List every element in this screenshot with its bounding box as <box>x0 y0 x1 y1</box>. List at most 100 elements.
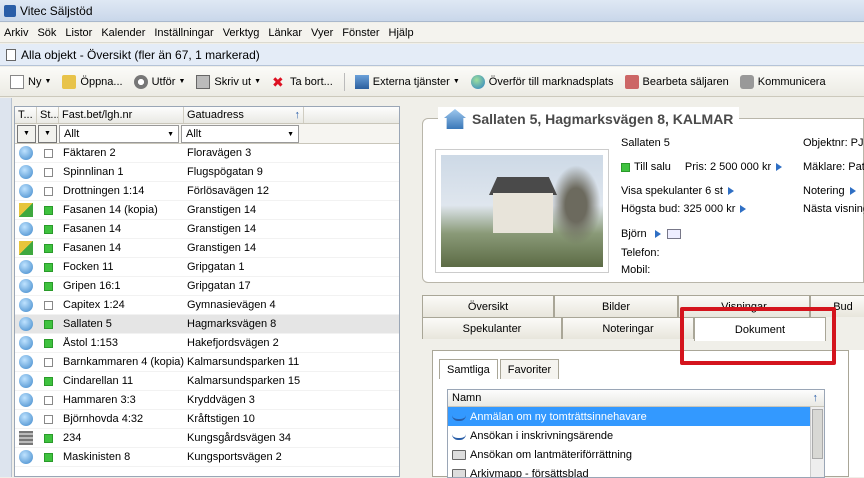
filter-type-button[interactable]: ▼ <box>17 125 36 143</box>
scroll-thumb[interactable] <box>812 409 823 459</box>
external-services-button[interactable]: Externa tjänster▼ <box>355 75 460 89</box>
status-cell <box>37 168 59 177</box>
contact-arrow-icon[interactable] <box>655 230 661 238</box>
table-row[interactable]: 234Kungsgårdsvägen 34 <box>15 429 399 448</box>
price-arrow-icon[interactable] <box>776 163 782 171</box>
col-property-header[interactable]: Fast.bet/lgh.nr <box>59 107 184 123</box>
type-cell <box>15 146 37 160</box>
status-checkbox[interactable] <box>44 168 53 177</box>
sort-arrow-icon: ↑ <box>813 392 819 404</box>
dropdown-arrow-icon: ▼ <box>453 78 460 85</box>
table-row[interactable]: Gripen 16:1Gripgatan 17 <box>15 277 399 296</box>
col-type-header[interactable]: T... <box>15 107 37 123</box>
table-row[interactable]: Fasanen 14 (kopia)Granstigen 14 <box>15 201 399 220</box>
menu-fonster[interactable]: Fönster <box>342 27 379 39</box>
table-row[interactable]: Fasanen 14Granstigen 14 <box>15 220 399 239</box>
document-row[interactable]: Anmälan om ny tomträttsinnehavare <box>448 407 810 426</box>
envelope-icon[interactable] <box>667 229 681 239</box>
menu-vyer[interactable]: Vyer <box>311 27 333 39</box>
type-cell <box>15 450 37 464</box>
speculants-text: Visa spekulanter 6 st <box>621 185 723 197</box>
print-button[interactable]: Skriv ut▼ <box>196 75 261 89</box>
documents-header[interactable]: Namn ↑ <box>448 390 824 407</box>
note-link[interactable]: Notering <box>803 185 856 197</box>
table-row[interactable]: Hammaren 3:3Kryddvägen 3 <box>15 391 399 410</box>
print-label: Skriv ut <box>214 76 251 88</box>
tab-spekulanter[interactable]: Spekulanter <box>422 317 562 339</box>
subtab-samtliga[interactable]: Samtliga <box>439 359 498 379</box>
documents-scrollbar[interactable] <box>810 407 824 478</box>
menu-kalender[interactable]: Kalender <box>101 27 145 39</box>
property-cell: Sallaten 5 <box>59 318 184 330</box>
bid-arrow-icon <box>740 205 746 213</box>
status-green-icon <box>44 339 53 348</box>
grid-body: Fäktaren 2Floravägen 3Spinnlinan 1Flugsp… <box>15 144 399 467</box>
window-title: Vitec Säljstöd <box>20 4 93 18</box>
status-checkbox[interactable] <box>44 415 53 424</box>
property-cell: Maskinisten 8 <box>59 451 184 463</box>
address-cell: Förlösavägen 12 <box>184 185 304 197</box>
document-row[interactable]: Ansökan i inskrivningsärende <box>448 426 810 445</box>
table-row[interactable]: Sallaten 5Hagmarksvägen 8 <box>15 315 399 334</box>
subtab-favoriter[interactable]: Favoriter <box>500 359 559 379</box>
filter-property-value: Allt <box>64 128 79 140</box>
edit-seller-button[interactable]: Bearbeta säljaren <box>625 75 729 89</box>
tab-noteringar[interactable]: Noteringar <box>562 317 694 339</box>
table-row[interactable]: Barnkammaren 4 (kopia)Kalmarsundsparken … <box>15 353 399 372</box>
property-globe-icon <box>19 336 33 350</box>
document-row[interactable]: Ansökan om lantmäteriförrättning <box>448 445 810 464</box>
filter-status-button[interactable]: ▼ <box>38 125 57 143</box>
table-row[interactable]: Focken 11Gripgatan 1 <box>15 258 399 277</box>
left-collapse-strip[interactable] <box>0 98 12 477</box>
property-photo[interactable] <box>435 149 609 273</box>
table-row[interactable]: Björnhovda 4:32Kråftstigen 10 <box>15 410 399 429</box>
status-checkbox[interactable] <box>44 301 53 310</box>
home-icon <box>444 109 466 129</box>
menu-hjalp[interactable]: Hjälp <box>389 27 414 39</box>
menu-verktyg[interactable]: Verktyg <box>223 27 260 39</box>
menu-sok[interactable]: Sök <box>37 27 56 39</box>
property-globe-icon <box>19 222 33 236</box>
status-cell <box>37 396 59 405</box>
status-cell <box>37 339 59 348</box>
menu-lankar[interactable]: Länkar <box>268 27 302 39</box>
type-cell <box>15 260 37 274</box>
status-checkbox[interactable] <box>44 358 53 367</box>
table-row[interactable]: Fäktaren 2Floravägen 3 <box>15 144 399 163</box>
col-status-header[interactable]: St... <box>37 107 59 123</box>
tab-bilder[interactable]: Bilder <box>554 295 678 317</box>
open-label: Öppna... <box>80 76 122 88</box>
status-checkbox[interactable] <box>44 187 53 196</box>
perform-button[interactable]: Utför▼ <box>134 75 186 89</box>
open-button[interactable]: Öppna... <box>62 75 122 89</box>
communicate-button[interactable]: Kommunicera <box>740 75 826 89</box>
menu-installningar[interactable]: Inställningar <box>154 27 213 39</box>
communicate-icon <box>740 75 754 89</box>
document-row[interactable]: Arkivmapp - försättsblad <box>448 464 810 478</box>
new-button[interactable]: Ny▼ <box>10 75 51 89</box>
table-row[interactable]: Spinnlinan 1Flugspögatan 9 <box>15 163 399 182</box>
col-address-header[interactable]: Gatuadress ↑ <box>184 107 304 123</box>
menu-listor[interactable]: Listor <box>65 27 92 39</box>
table-row[interactable]: Fasanen 14Granstigen 14 <box>15 239 399 258</box>
tab-oversikt[interactable]: Översikt <box>422 295 554 317</box>
address-cell: Kungsgårdsvägen 34 <box>184 432 304 444</box>
property-cell: Fasanen 14 (kopia) <box>59 204 184 216</box>
table-row[interactable]: Åstol 1:153Hakefjordsvägen 2 <box>15 334 399 353</box>
status-checkbox[interactable] <box>44 149 53 158</box>
filter-address-select[interactable]: Allt▼ <box>181 125 299 143</box>
transfer-marketplace-button[interactable]: Överför till marknadsplats <box>471 75 614 89</box>
table-row[interactable]: Maskinisten 8Kungsportsvägen 2 <box>15 448 399 467</box>
status-checkbox[interactable] <box>44 396 53 405</box>
property-cell: Hammaren 3:3 <box>59 394 184 406</box>
property-globe-icon <box>19 260 33 274</box>
show-speculants-link[interactable]: Visa spekulanter 6 st <box>621 185 734 197</box>
table-row[interactable]: Capitex 1:24Gymnasievägen 4 <box>15 296 399 315</box>
highest-bid-link[interactable]: Högsta bud: 325 000 kr <box>621 203 746 215</box>
delete-button[interactable]: ✖ Ta bort... <box>272 75 333 89</box>
table-row[interactable]: Cindarellan 11Kalmarsundsparken 15 <box>15 372 399 391</box>
table-row[interactable]: Drottningen 1:14Förlösavägen 12 <box>15 182 399 201</box>
menu-arkiv[interactable]: Arkiv <box>4 27 28 39</box>
address-cell: Kalmarsundsparken 11 <box>184 356 304 368</box>
filter-property-select[interactable]: Allt▼ <box>59 125 179 143</box>
